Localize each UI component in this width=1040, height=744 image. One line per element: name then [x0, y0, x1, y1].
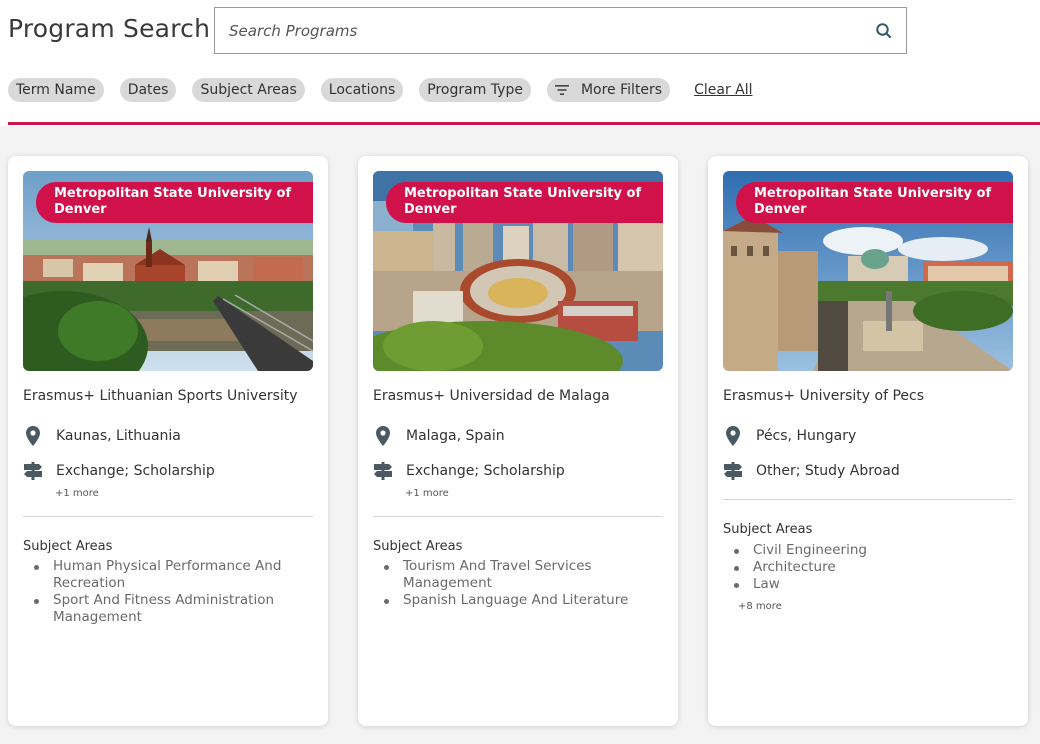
subject-area-item: Sport And Fitness Administration Managem…: [23, 592, 303, 626]
provider-badge: Metropolitan State University of Denver: [736, 182, 1013, 223]
filter-program-type[interactable]: Program Type: [419, 78, 531, 102]
program-image: Metropolitan State University of Denver: [23, 171, 313, 371]
provider-badge: Metropolitan State University of Denver: [36, 182, 313, 223]
subject-area-item: Civil Engineering: [723, 542, 1003, 559]
program-type: Exchange; Scholarship: [373, 462, 565, 480]
more-filters-label: More Filters: [580, 82, 663, 98]
location-text: Kaunas, Lithuania: [56, 428, 181, 444]
filter-icon: [554, 85, 569, 95]
location-pin-icon: [723, 426, 743, 446]
subject-areas-label: Subject Areas: [373, 539, 463, 554]
program-card[interactable]: Metropolitan State University of Denver …: [708, 156, 1028, 726]
program-type-text: Exchange; Scholarship: [56, 463, 215, 479]
subject-area-item: Human Physical Performance And Recreatio…: [23, 558, 303, 592]
more-filters-button[interactable]: More Filters: [546, 78, 671, 102]
program-image: Metropolitan State University of Denver: [373, 171, 663, 371]
header-bar: Program Search Term Name Dates Subject A…: [0, 0, 1040, 126]
program-image: Metropolitan State University of Denver: [723, 171, 1013, 371]
accent-divider: [8, 122, 1040, 125]
signpost-icon: [23, 462, 43, 480]
signpost-icon: [373, 462, 393, 480]
program-name[interactable]: Erasmus+ University of Pecs: [723, 388, 924, 404]
page-title: Program Search: [8, 14, 211, 43]
signpost-icon: [723, 462, 743, 480]
provider-badge: Metropolitan State University of Denver: [386, 182, 663, 223]
subject-areas-list: Human Physical Performance And Recreatio…: [23, 558, 303, 626]
program-type-text: Other; Study Abroad: [756, 463, 900, 479]
types-more-link[interactable]: +1 more: [55, 488, 99, 499]
location-pin-icon: [373, 426, 393, 446]
program-location: Kaunas, Lithuania: [23, 426, 181, 446]
subject-areas-label: Subject Areas: [23, 539, 113, 554]
subject-area-item: Spanish Language And Literature: [373, 592, 653, 609]
subject-area-item: Law: [723, 576, 1003, 593]
program-location: Pécs, Hungary: [723, 426, 856, 446]
subject-areas-list: Tourism And Travel Services Management S…: [373, 558, 653, 609]
subject-area-item: Architecture: [723, 559, 1003, 576]
program-name[interactable]: Erasmus+ Universidad de Malaga: [373, 388, 610, 404]
subject-areas-label: Subject Areas: [723, 522, 813, 537]
location-text: Pécs, Hungary: [756, 428, 857, 444]
program-type: Exchange; Scholarship: [23, 462, 215, 480]
program-location: Malaga, Spain: [373, 426, 505, 446]
subject-areas-list: Civil Engineering Architecture Law: [723, 542, 1003, 593]
program-type-text: Exchange; Scholarship: [406, 463, 565, 479]
clear-all-link[interactable]: Clear All: [694, 82, 752, 98]
search-box: [214, 7, 907, 54]
filter-subject-areas[interactable]: Subject Areas: [192, 78, 305, 102]
filter-dates[interactable]: Dates: [119, 78, 177, 102]
location-pin-icon: [23, 426, 43, 446]
program-card[interactable]: Metropolitan State University of Denver …: [358, 156, 678, 726]
card-divider: [373, 516, 663, 517]
filter-term-name[interactable]: Term Name: [8, 78, 104, 102]
location-text: Malaga, Spain: [406, 428, 505, 444]
program-name[interactable]: Erasmus+ Lithuanian Sports University: [23, 388, 298, 404]
program-type: Other; Study Abroad: [723, 462, 900, 480]
card-divider: [23, 516, 313, 517]
subjects-more-link[interactable]: +8 more: [738, 601, 782, 612]
types-more-link[interactable]: +1 more: [405, 488, 449, 499]
filter-locations[interactable]: Locations: [320, 78, 404, 102]
subject-area-item: Tourism And Travel Services Management: [373, 558, 653, 592]
filter-bar: Term Name Dates Subject Areas Locations …: [8, 78, 753, 102]
card-divider: [723, 499, 1013, 500]
search-icon[interactable]: [874, 21, 894, 41]
search-input[interactable]: [215, 8, 855, 53]
program-card[interactable]: Metropolitan State University of Denver …: [8, 156, 328, 726]
